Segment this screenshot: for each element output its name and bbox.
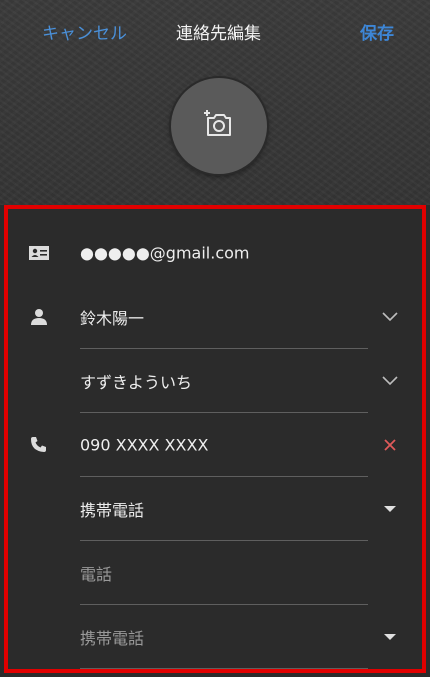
expand-phonetic-chevron-icon[interactable]	[380, 371, 400, 391]
new-phone-type-dropdown[interactable]: 携帯電話	[8, 605, 422, 669]
person-icon	[28, 306, 50, 328]
new-phone-input[interactable]: 電話	[8, 541, 422, 605]
contact-card-icon	[28, 242, 50, 264]
new-phone-type-dropdown-arrow-icon	[380, 627, 400, 647]
phone-type-dropdown-arrow-icon	[380, 499, 400, 519]
account-email: ●●●●●@gmail.com	[80, 243, 250, 263]
delete-phone-close-icon[interactable]	[380, 435, 400, 455]
phonetic-name-value: すずきよういち	[80, 373, 193, 392]
add-photo-camera-icon	[202, 109, 236, 143]
phone-number-value: 090 XXXX XXXX	[80, 435, 209, 455]
contact-fields-panel: ●●●●●@gmail.com 鈴木陽一 すずきよういち 090 XXXX XX…	[4, 205, 426, 673]
new-phone-placeholder: 電話	[80, 565, 113, 584]
name-field[interactable]: 鈴木陽一	[8, 285, 422, 349]
contact-edit-screen: キャンセル 連絡先編集 保存 ●●●●●@gmail.com 鈴木陽一 すずきよ…	[0, 0, 430, 677]
phone-type-value: 携帯電話	[80, 501, 145, 520]
phone-field[interactable]: 090 XXXX XXXX	[8, 413, 422, 477]
add-photo-button[interactable]	[171, 78, 267, 174]
phone-icon	[28, 434, 50, 456]
cancel-button[interactable]: キャンセル	[42, 22, 127, 46]
phonetic-name-field[interactable]: すずきよういち	[8, 349, 422, 413]
name-value: 鈴木陽一	[80, 309, 145, 328]
phone-type-dropdown[interactable]: 携帯電話	[8, 477, 422, 541]
new-phone-type-underline	[80, 668, 368, 669]
new-phone-type-value: 携帯電話	[80, 629, 145, 648]
expand-name-chevron-icon[interactable]	[380, 307, 400, 327]
account-row: ●●●●●@gmail.com	[8, 221, 422, 285]
save-button[interactable]: 保存	[360, 22, 394, 46]
photo-header: キャンセル 連絡先編集 保存	[0, 0, 430, 205]
page-title: 連絡先編集	[176, 24, 261, 44]
